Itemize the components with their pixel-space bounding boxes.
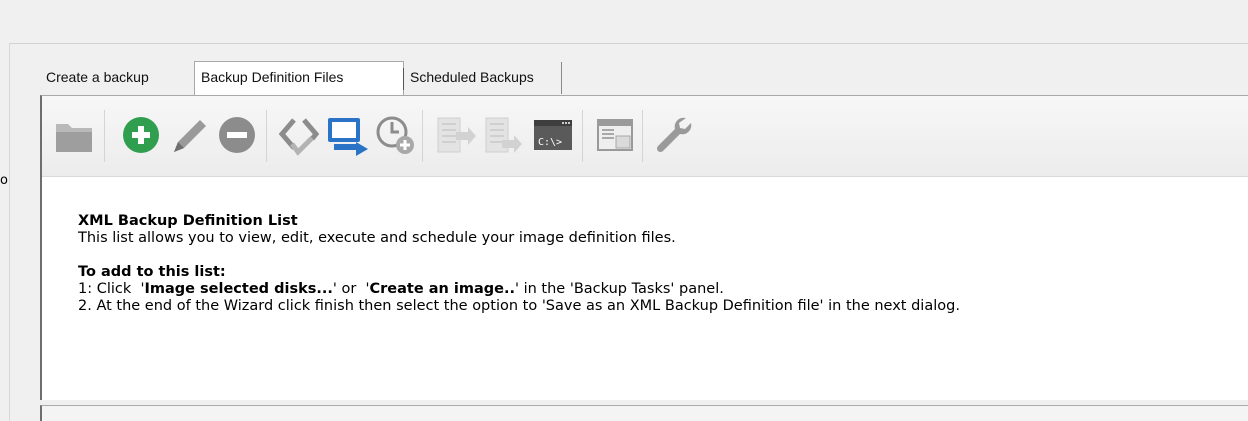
divider [9, 43, 1248, 44]
command-line-label: C:\> [538, 137, 562, 148]
toolbar: C:\> [42, 96, 1248, 177]
toolbar-separator [642, 110, 643, 162]
step1-text: ' or ' [332, 281, 370, 297]
run-backup-icon[interactable] [324, 112, 370, 158]
edit-pencil-icon[interactable] [166, 112, 212, 158]
left-pane-edge [9, 44, 10, 421]
info-text: XML Backup Definition List This list all… [78, 213, 1228, 315]
step1-text: 1: Click ' [78, 281, 145, 297]
backup-definition-panel: C:\> XML Backup Definition List This lis… [40, 95, 1248, 400]
tab-scheduled-backups[interactable]: Scheduled Backups [404, 62, 562, 94]
instruction-step-2: 2. At the end of the Wizard click finish… [78, 298, 960, 314]
command-line-icon[interactable]: C:\> [530, 112, 576, 158]
add-instructions-heading: To add to this list: [78, 264, 226, 280]
lower-panel [40, 405, 1248, 421]
toolbar-separator [422, 110, 423, 162]
info-description: This list allows you to view, edit, exec… [78, 230, 676, 246]
settings-wrench-icon[interactable] [650, 112, 696, 158]
schedule-add-icon[interactable] [372, 112, 418, 158]
left-pane-text-fragment: o [0, 173, 8, 188]
script-export-icon[interactable] [432, 112, 478, 158]
instruction-step-1: 1: Click 'Image selected disks...' or 'C… [78, 281, 1228, 298]
add-icon[interactable] [118, 112, 164, 158]
tab-create-a-backup[interactable]: Create a backup [40, 62, 194, 94]
script-import-icon[interactable] [480, 112, 526, 158]
toolbar-separator [104, 110, 105, 162]
window-view-icon[interactable] [592, 112, 638, 158]
remove-icon[interactable] [214, 112, 260, 158]
step1-bold-image-selected: Image selected disks... [144, 281, 333, 297]
toolbar-separator [266, 110, 267, 162]
step1-bold-create-image: Create an image.. [369, 281, 515, 297]
window-top-area [0, 0, 1248, 43]
step1-text: ' in the 'Backup Tasks' panel. [515, 281, 724, 297]
open-folder-icon[interactable] [52, 112, 98, 158]
verify-xml-icon[interactable] [276, 112, 322, 158]
toolbar-separator [582, 110, 583, 162]
info-heading: XML Backup Definition List [78, 213, 298, 229]
tab-backup-definition-files[interactable]: Backup Definition Files [194, 61, 404, 95]
